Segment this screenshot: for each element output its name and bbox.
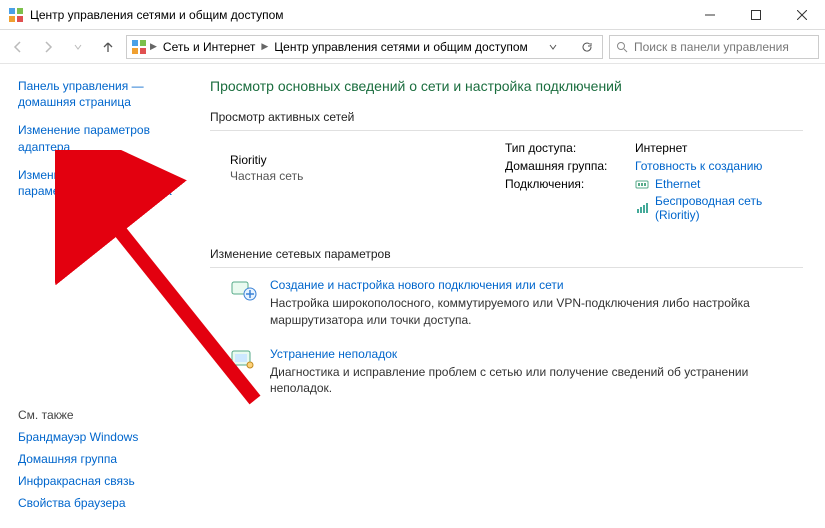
see-also-infrared[interactable]: Инфракрасная связь (18, 474, 190, 488)
window-title: Центр управления сетями и общим доступом (30, 8, 284, 22)
recent-dropdown[interactable] (66, 35, 90, 59)
chevron-right-icon: ▶ (260, 41, 269, 52)
app-icon (8, 7, 24, 23)
main-panel: Просмотр основных сведений о сети и наст… (200, 64, 825, 528)
new-connection-desc: Настройка широкополосного, коммутируемог… (270, 295, 803, 329)
troubleshoot-desc: Диагностика и исправление проблем с сеть… (270, 364, 803, 398)
up-button[interactable] (96, 35, 120, 59)
troubleshoot-icon (230, 347, 258, 371)
see-also-homegroup[interactable]: Домашняя группа (18, 452, 190, 466)
address-bar[interactable]: ▶ Сеть и Интернет ▶ Центр управления сет… (126, 35, 603, 59)
wifi-link[interactable]: Беспроводная сеть (Rioritiy) (655, 194, 803, 222)
page-heading: Просмотр основных сведений о сети и наст… (210, 78, 803, 94)
search-icon (616, 41, 628, 53)
refresh-button[interactable] (576, 36, 598, 58)
title-bar: Центр управления сетями и общим доступом (0, 0, 825, 30)
troubleshoot-link[interactable]: Устранение неполадок (270, 347, 803, 361)
see-also-browser-props[interactable]: Свойства браузера (18, 496, 190, 510)
minimize-button[interactable] (687, 0, 733, 29)
sidebar: Панель управления — домашняя страница Из… (0, 64, 200, 528)
forward-button[interactable] (36, 35, 60, 59)
see-also-heading: См. также (18, 408, 190, 422)
change-network-title: Изменение сетевых параметров (210, 247, 803, 261)
breadcrumb-network-center[interactable]: Центр управления сетями и общим доступом (271, 36, 531, 58)
chevron-right-icon: ▶ (149, 41, 158, 52)
homegroup-label: Домашняя группа: (505, 159, 635, 173)
wifi-icon (635, 201, 649, 215)
new-connection-link[interactable]: Создание и настройка нового подключения … (270, 278, 803, 292)
ethernet-icon (635, 177, 649, 191)
close-button[interactable] (779, 0, 825, 29)
search-placeholder: Поиск в панели управления (634, 40, 789, 54)
nav-bar: ▶ Сеть и Интернет ▶ Центр управления сет… (0, 30, 825, 64)
new-connection-icon (230, 278, 258, 302)
see-also-firewall[interactable]: Брандмауэр Windows (18, 430, 190, 444)
homegroup-link[interactable]: Готовность к созданию (635, 159, 803, 173)
sidebar-item-adapter-settings[interactable]: Изменение параметров адаптера (18, 122, 190, 154)
sidebar-item-advanced-sharing[interactable]: Изменить дополнительные параметры общего… (18, 167, 190, 199)
back-button[interactable] (6, 35, 30, 59)
connections-label: Подключения: (505, 177, 635, 191)
network-center-icon (131, 39, 147, 55)
search-input[interactable]: Поиск в панели управления (609, 35, 819, 59)
ethernet-link[interactable]: Ethernet (655, 177, 700, 191)
divider (210, 130, 803, 131)
divider (210, 267, 803, 268)
access-type-label: Тип доступа: (505, 141, 635, 155)
network-name: Rioritiy (230, 153, 505, 167)
active-networks-title: Просмотр активных сетей (210, 110, 803, 124)
network-type: Частная сеть (230, 169, 505, 183)
address-dropdown[interactable] (542, 36, 564, 58)
sidebar-item-home[interactable]: Панель управления — домашняя страница (18, 78, 190, 110)
breadcrumb-network-internet[interactable]: Сеть и Интернет (160, 36, 258, 58)
maximize-button[interactable] (733, 0, 779, 29)
access-type-value: Интернет (635, 141, 803, 155)
